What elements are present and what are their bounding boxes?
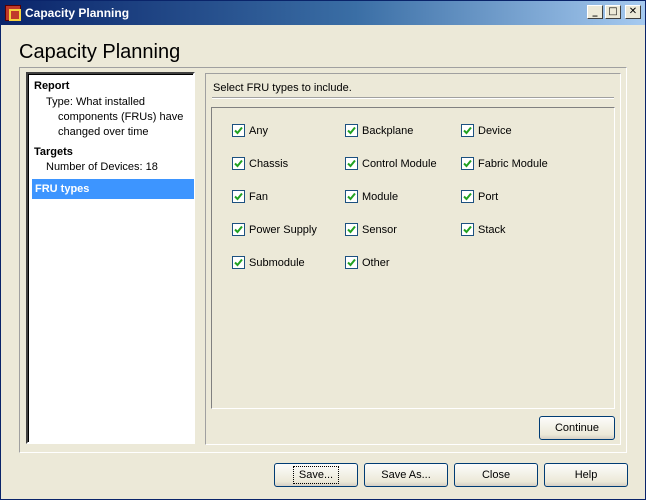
minimize-icon: _ <box>592 6 598 17</box>
checkmark-icon <box>234 225 243 234</box>
checkbox-label: Port <box>478 190 499 203</box>
checkbox-label: Fan <box>249 190 268 203</box>
checkmark-icon <box>463 225 472 234</box>
checkbox-sensor[interactable]: Sensor <box>345 223 397 236</box>
checkmark-icon <box>463 192 472 201</box>
checkbox-box[interactable] <box>345 256 358 269</box>
checkmark-icon <box>463 126 472 135</box>
checkbox-label: Module <box>362 190 399 203</box>
checkmark-icon <box>347 192 356 201</box>
nav-item-fru-types[interactable]: FRU types <box>32 179 194 199</box>
checkmark-icon <box>347 159 356 168</box>
continue-button[interactable]: Continue <box>539 416 615 440</box>
continue-label: Continue <box>554 422 600 434</box>
checkmark-icon <box>234 192 243 201</box>
minimize-button[interactable]: _ <box>587 5 603 19</box>
checkbox-box[interactable] <box>345 190 358 203</box>
checkbox-box[interactable] <box>461 124 474 137</box>
targets-device-count: Number of Devices: 18 <box>46 161 158 173</box>
checkbox-box[interactable] <box>345 124 358 137</box>
checkbox-box[interactable] <box>232 124 245 137</box>
close-button[interactable]: Close <box>454 463 538 487</box>
checkbox-other[interactable]: Other <box>345 256 390 269</box>
checkmark-icon <box>347 225 356 234</box>
checkbox-fabric-module[interactable]: Fabric Module <box>461 157 548 170</box>
report-type-line-2: components (FRUs) have <box>58 111 184 123</box>
checkbox-label: Any <box>249 124 268 137</box>
checkbox-any[interactable]: Any <box>232 124 268 137</box>
checkbox-chassis[interactable]: Chassis <box>232 157 288 170</box>
checkbox-power-supply[interactable]: Power Supply <box>232 223 317 236</box>
checkbox-device[interactable]: Device <box>461 124 512 137</box>
checkbox-box[interactable] <box>232 256 245 269</box>
help-button[interactable]: Help <box>544 463 628 487</box>
report-type-line-3: changed over time <box>58 126 149 138</box>
checkmark-icon <box>347 126 356 135</box>
checkmark-icon <box>234 258 243 267</box>
checkbox-label: Stack <box>478 223 506 236</box>
close-window-button[interactable]: ✕ <box>625 5 641 19</box>
checkbox-label: Submodule <box>249 256 305 269</box>
checkbox-label: Chassis <box>249 157 289 170</box>
checkbox-label: Control Module <box>362 157 437 170</box>
checkmark-icon <box>234 159 243 168</box>
checkbox-label: Fabric Module <box>478 157 548 170</box>
app-icon <box>5 5 21 21</box>
save-as-button[interactable]: Save As... <box>364 463 448 487</box>
checkbox-label: Device <box>478 124 512 137</box>
title-bar[interactable]: Capacity Planning _ □ ✕ <box>1 1 645 25</box>
window-controls: _ □ ✕ <box>587 5 641 19</box>
checkbox-box[interactable] <box>461 223 474 236</box>
save-as-label: Save As... <box>381 469 431 481</box>
maximize-button[interactable]: □ <box>605 5 621 19</box>
save-button[interactable]: Save... <box>274 463 358 487</box>
window-title: Capacity Planning <box>25 6 130 20</box>
checkbox-label: Sensor <box>362 223 397 236</box>
checkbox-label: Backplane <box>362 124 414 137</box>
checkbox-backplane[interactable]: Backplane <box>345 124 413 137</box>
page-title: Capacity Planning <box>19 41 181 63</box>
close-icon: ✕ <box>628 6 638 17</box>
checkbox-module[interactable]: Module <box>345 190 398 203</box>
checkbox-box[interactable] <box>345 157 358 170</box>
checkmark-icon <box>463 159 472 168</box>
help-label: Help <box>574 469 598 481</box>
checkbox-control-module[interactable]: Control Module <box>345 157 437 170</box>
checkbox-fan[interactable]: Fan <box>232 190 268 203</box>
checkmark-icon <box>234 126 243 135</box>
checkmark-icon <box>347 258 356 267</box>
maximize-icon: □ <box>608 6 618 17</box>
report-section-title: Report <box>34 80 70 92</box>
checkbox-stack[interactable]: Stack <box>461 223 506 236</box>
checkbox-label: Power Supply <box>249 223 317 236</box>
checkbox-box[interactable] <box>461 190 474 203</box>
navigation-panel: Report Type: What installed components (… <box>26 72 195 444</box>
checkbox-box[interactable] <box>232 223 245 236</box>
checkbox-port[interactable]: Port <box>461 190 498 203</box>
checkbox-label: Other <box>362 256 390 269</box>
separator <box>212 97 614 99</box>
checkbox-box[interactable] <box>345 223 358 236</box>
targets-section-title: Targets <box>34 146 73 158</box>
close-label: Close <box>481 469 511 481</box>
report-type-line-1: Type: What installed <box>46 96 146 108</box>
checkbox-box[interactable] <box>461 157 474 170</box>
capacity-planning-window: Capacity Planning _ □ ✕ Capacity Plannin… <box>0 0 646 500</box>
save-label: Save... <box>292 466 340 484</box>
checkbox-submodule[interactable]: Submodule <box>232 256 305 269</box>
instruction-text: Select FRU types to include. <box>213 82 352 94</box>
checkbox-box[interactable] <box>232 157 245 170</box>
checkbox-box[interactable] <box>232 190 245 203</box>
